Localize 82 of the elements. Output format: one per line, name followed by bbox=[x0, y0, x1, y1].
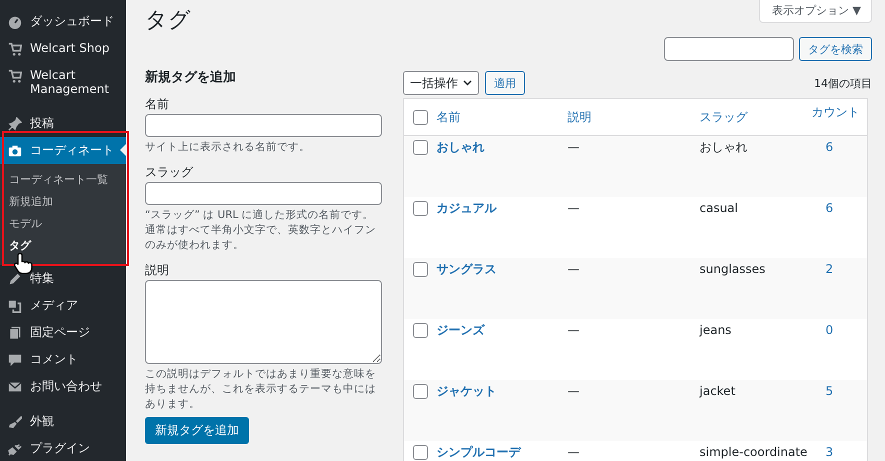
tag-name-link[interactable]: おしゃれ bbox=[436, 140, 484, 154]
checkbox[interactable] bbox=[413, 384, 428, 399]
page-title: タグ bbox=[145, 8, 191, 35]
envelope-icon bbox=[8, 380, 22, 394]
count-link[interactable]: 6 bbox=[826, 140, 834, 154]
search-button[interactable]: タグを検索 bbox=[799, 37, 872, 61]
pages-icon bbox=[8, 326, 22, 340]
menu-item[interactable]: Welcart Management bbox=[0, 62, 126, 102]
tag-name-link[interactable]: カジュアル bbox=[436, 200, 496, 214]
pin-icon bbox=[8, 117, 22, 131]
search-field[interactable] bbox=[664, 37, 794, 61]
tag-name-link[interactable]: サングラス bbox=[436, 262, 496, 276]
submenu-item[interactable]: 新規追加 bbox=[0, 191, 126, 213]
input-field[interactable] bbox=[145, 114, 382, 137]
column-header[interactable]: 説明 bbox=[568, 110, 592, 124]
table-cell: — bbox=[568, 322, 580, 336]
checkbox[interactable] bbox=[413, 140, 428, 156]
table-cell: — bbox=[568, 140, 580, 154]
chevron-down-icon bbox=[463, 80, 472, 86]
checkbox[interactable] bbox=[413, 200, 428, 216]
submenu-item[interactable]: モデル bbox=[0, 213, 126, 235]
brush-icon bbox=[8, 415, 22, 429]
count-link[interactable]: 5 bbox=[826, 384, 834, 398]
menu-item[interactable]: お問い合わせ bbox=[0, 373, 126, 400]
menu-item[interactable]: 外観 bbox=[0, 408, 126, 435]
bulk-action-select[interactable]: 一括操作 bbox=[403, 71, 479, 95]
field-hint: “スラッグ” は URL に適した形式の名前です。通常はすべて半角小文字で、英数字とハイフンのみが使われます。 bbox=[145, 208, 377, 253]
table-cell: casual bbox=[700, 200, 738, 214]
menu-item[interactable]: 特集 bbox=[0, 265, 126, 292]
menu-item[interactable]: 投稿 bbox=[0, 110, 126, 137]
checkbox[interactable] bbox=[413, 322, 428, 338]
tag-name-link[interactable]: ジーンズ bbox=[436, 322, 484, 336]
form-heading: 新規タグを追加 bbox=[145, 70, 237, 86]
count-link[interactable]: 6 bbox=[826, 200, 834, 214]
plug-icon bbox=[8, 442, 22, 456]
field-hint: サイト上に表示される名前です。 bbox=[145, 140, 311, 155]
menu-item[interactable]: コメント bbox=[0, 346, 126, 373]
menu-item[interactable]: プラグイン bbox=[0, 435, 126, 461]
speech-bubble-icon bbox=[8, 353, 22, 367]
input-field[interactable] bbox=[145, 182, 382, 205]
table-cell: — bbox=[568, 262, 580, 276]
table-cell: おしゃれ bbox=[700, 140, 748, 154]
table-cell: — bbox=[568, 444, 580, 458]
textarea-field[interactable] bbox=[145, 280, 382, 364]
tag-name-link[interactable]: ジャケット bbox=[436, 384, 496, 398]
submenu-item[interactable]: タグ bbox=[0, 235, 126, 257]
checkbox[interactable] bbox=[413, 262, 428, 277]
column-header[interactable]: スラッグ bbox=[700, 110, 748, 124]
gauge-icon bbox=[8, 15, 22, 29]
screen-options-button[interactable]: 表示オプション ▼ bbox=[759, 0, 872, 23]
table-cell: jeans bbox=[700, 322, 732, 336]
table-cell: jacket bbox=[700, 384, 736, 398]
column-header[interactable]: カウント bbox=[812, 105, 860, 119]
column-header[interactable]: 名前 bbox=[436, 110, 460, 124]
menu-item[interactable]: 固定ページ bbox=[0, 319, 126, 346]
pencil-icon bbox=[8, 272, 22, 286]
count-link[interactable]: 3 bbox=[826, 444, 834, 458]
apply-button[interactable]: 適用 bbox=[485, 71, 525, 95]
item-count: 14個の項目 bbox=[814, 76, 872, 90]
table-cell: — bbox=[568, 200, 580, 214]
checkbox[interactable] bbox=[413, 110, 428, 125]
field-label: 名前 bbox=[145, 96, 170, 112]
submenu-item[interactable]: コーディネート一覧 bbox=[0, 169, 126, 191]
media-icon bbox=[8, 299, 22, 313]
count-link[interactable]: 2 bbox=[826, 262, 834, 276]
field-label: 説明 bbox=[145, 262, 170, 278]
field-label: スラッグ bbox=[145, 164, 194, 180]
cart-icon bbox=[8, 69, 22, 83]
menu-item[interactable]: Welcart Shop bbox=[0, 35, 126, 62]
table-cell: sunglasses bbox=[700, 262, 766, 276]
menu-item[interactable]: コーディネート bbox=[0, 137, 126, 164]
field-hint: この説明はデフォルトではあまり重要な意味を持ちませんが、これを表示するテーマも中にはあります。 bbox=[145, 367, 377, 412]
table-cell: — bbox=[568, 384, 580, 398]
checkbox[interactable] bbox=[413, 444, 428, 460]
count-link[interactable]: 0 bbox=[826, 322, 834, 336]
add-tag-button[interactable]: 新規タグを追加 bbox=[145, 417, 249, 444]
menu-item[interactable]: メディア bbox=[0, 292, 126, 319]
menu-item[interactable]: ダッシュボード bbox=[0, 8, 126, 35]
cart-icon bbox=[8, 42, 22, 56]
table-cell: simple-coordinate bbox=[700, 444, 808, 458]
camera-icon bbox=[8, 144, 22, 158]
tag-name-link[interactable]: シンプルコーデ bbox=[436, 444, 520, 458]
